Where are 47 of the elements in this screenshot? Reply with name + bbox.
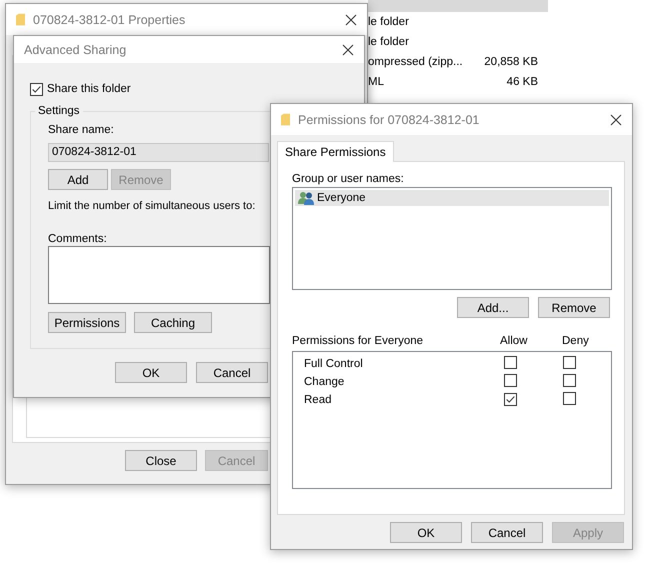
checkbox[interactable]	[504, 356, 517, 369]
window-title: 070824-3812-01 Properties	[33, 12, 186, 26]
checkbox-label: Share this folder	[47, 83, 131, 95]
checkbox[interactable]	[30, 82, 43, 96]
dialog-button[interactable]: OK	[390, 522, 462, 543]
dialog-button[interactable]: Add	[48, 169, 108, 190]
field-label: Share name:	[48, 123, 115, 138]
checkbox[interactable]	[504, 374, 517, 387]
dialog-button[interactable]: Close	[125, 450, 197, 471]
dialog-button[interactable]: OK	[115, 362, 187, 383]
window-title: Advanced Sharing	[24, 42, 128, 56]
dialog-button[interactable]: Add...	[457, 297, 529, 318]
column-header: Deny	[562, 334, 590, 349]
group-title: Settings	[37, 105, 81, 117]
user-item[interactable]: Everyone	[295, 190, 609, 206]
checkbox[interactable]	[563, 356, 576, 369]
close-icon[interactable]	[610, 114, 622, 126]
folder-icon	[281, 112, 290, 126]
dialog-button[interactable]: Permissions	[48, 312, 126, 333]
file-type: ML	[368, 76, 384, 88]
permission-name: Change	[304, 376, 346, 388]
file-type: ompressed (zipp...	[368, 56, 463, 68]
tab[interactable]: Share Permissions	[277, 141, 394, 162]
permission-name: Read	[304, 394, 332, 406]
dialog-button[interactable]: Cancel	[471, 522, 543, 543]
comments-field[interactable]	[48, 246, 270, 304]
share-name-field[interactable]: 070824-3812-01	[48, 143, 269, 162]
dialog-button[interactable]: Caching	[134, 312, 212, 333]
close-icon[interactable]	[345, 14, 357, 26]
column-header: Allow	[500, 334, 528, 349]
checkbox[interactable]	[563, 374, 576, 387]
dialog-button[interactable]: Remove	[538, 297, 610, 318]
window-title: Permissions for 070824-3812-01	[298, 112, 480, 126]
users-icon	[298, 191, 314, 205]
file-size: 46 KB	[506, 76, 538, 88]
permission-name: Full Control	[304, 358, 364, 370]
checkbox[interactable]	[563, 392, 576, 405]
folder-icon	[16, 12, 25, 26]
file-size: 20,858 KB	[484, 56, 538, 68]
file-type: le folder	[368, 36, 409, 48]
table-label: Permissions for Everyone	[292, 334, 424, 349]
field-label: Comments:	[48, 232, 108, 247]
checkbox[interactable]	[504, 392, 517, 406]
list-label: Group or user names:	[292, 172, 405, 187]
file-type: le folder	[368, 16, 409, 28]
dialog-button[interactable]: Cancel	[196, 362, 268, 383]
close-icon[interactable]	[342, 44, 354, 56]
